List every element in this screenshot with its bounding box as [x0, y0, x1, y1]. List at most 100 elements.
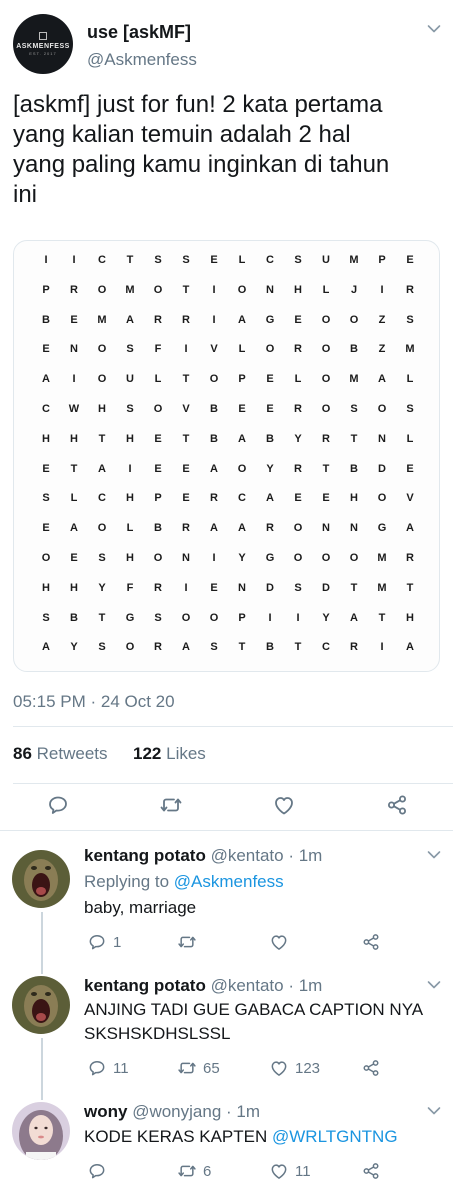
- like-button[interactable]: 11: [269, 1161, 311, 1181]
- share-icon: [361, 932, 381, 952]
- reply-button[interactable]: 11: [87, 1058, 129, 1078]
- puzzle-letter: I: [44, 254, 48, 266]
- puzzle-letter: R: [294, 462, 302, 475]
- puzzle-letter: N: [70, 343, 78, 356]
- chevron-down-icon[interactable]: [427, 850, 441, 860]
- reply-author-handle[interactable]: @kentato: [211, 846, 284, 865]
- author-name[interactable]: use [askMF]: [87, 22, 191, 43]
- word-search-image[interactable]: I I C T S S E L C S U M P E P R O M O T I O N H L J I R B E M A R R I A G E O O…: [13, 240, 440, 672]
- puzzle-letter: E: [70, 313, 78, 326]
- reply-button[interactable]: 1: [87, 932, 121, 952]
- retweet-button[interactable]: 65: [177, 1058, 220, 1078]
- reply-author-name[interactable]: wony: [84, 1102, 127, 1121]
- like-icon[interactable]: [272, 793, 296, 817]
- puzzle-letter: E: [70, 552, 78, 564]
- likes-label[interactable]: Likes: [166, 744, 206, 763]
- reply-avatar[interactable]: [12, 1102, 70, 1160]
- reply-author-handle[interactable]: @wonyjang: [132, 1102, 221, 1121]
- puzzle-letter: I: [184, 581, 188, 594]
- puzzle-letter: N: [238, 581, 246, 594]
- puzzle-letter: A: [238, 522, 246, 535]
- puzzle-letter: O: [97, 373, 107, 386]
- puzzle-letter: E: [294, 313, 302, 326]
- reply-author-name[interactable]: kentang potato: [84, 976, 206, 995]
- share-button[interactable]: [361, 1161, 387, 1181]
- puzzle-row: ETAIEEAOYRTBDE: [38, 458, 418, 480]
- chevron-down-icon[interactable]: [427, 980, 441, 990]
- puzzle-letter: E: [154, 462, 162, 475]
- reply-avatar[interactable]: [12, 850, 70, 908]
- puzzle-letter: O: [293, 522, 303, 535]
- puzzle-letter: A: [182, 641, 190, 654]
- puzzle-letter: O: [125, 641, 135, 654]
- chevron-down-icon[interactable]: [427, 24, 441, 34]
- tweet-text-line: ini: [13, 181, 38, 208]
- puzzle-letter: T: [182, 432, 190, 445]
- puzzle-letter: E: [406, 462, 414, 475]
- share-icon[interactable]: [385, 793, 409, 817]
- puzzle-letter: R: [154, 641, 162, 654]
- puzzle-letter: O: [153, 403, 163, 415]
- puzzle-letter: T: [98, 432, 106, 445]
- like-button[interactable]: [269, 932, 295, 952]
- retweet-button[interactable]: [177, 932, 203, 952]
- author-avatar[interactable]: ASKMENFESS EST. 2017: [13, 14, 73, 74]
- reply-author-handle[interactable]: @kentato: [211, 976, 284, 995]
- puzzle-letter: S: [294, 254, 302, 266]
- puzzle-letter: U: [322, 254, 330, 266]
- puzzle-letter: A: [42, 373, 50, 386]
- reply-icon[interactable]: [46, 793, 70, 817]
- puzzle-row: SBTGSOOPIIYATH: [38, 607, 418, 629]
- puzzle-letter: Z: [378, 343, 386, 356]
- reply-time[interactable]: · 1m: [288, 846, 322, 865]
- like-button[interactable]: 123: [269, 1058, 320, 1078]
- tweet-timestamp[interactable]: 05:15 PM · 24 Oct 20: [13, 692, 175, 712]
- puzzle-letter: N: [266, 283, 274, 296]
- puzzle-letter: S: [210, 641, 218, 654]
- retweet-icon: [177, 1058, 197, 1078]
- chevron-down-icon[interactable]: [427, 1106, 441, 1116]
- puzzle-letter: S: [42, 611, 50, 624]
- divider: [13, 726, 453, 727]
- reply-time[interactable]: · 1m: [288, 976, 322, 995]
- reply-avatar[interactable]: [12, 976, 70, 1034]
- reply-icon: [87, 1058, 107, 1078]
- reply-author-name[interactable]: kentang potato: [84, 846, 206, 865]
- puzzle-letter: E: [42, 343, 50, 356]
- reply-time[interactable]: · 1m: [226, 1102, 260, 1121]
- retweets-count[interactable]: 86: [13, 744, 32, 763]
- puzzle-letter: R: [322, 432, 330, 445]
- reply-header: wony @wonyjang · 1m: [84, 1102, 260, 1122]
- logo-icon: [39, 32, 47, 40]
- puzzle-letter: M: [349, 373, 359, 386]
- puzzle-letter: D: [266, 581, 274, 594]
- author-handle[interactable]: @Askmenfess: [87, 50, 197, 70]
- puzzle-letter: C: [238, 492, 246, 505]
- puzzle-letter: S: [406, 403, 414, 415]
- mention-link[interactable]: @WRLTGNTNG: [272, 1127, 398, 1146]
- retweets-label[interactable]: Retweets: [37, 744, 108, 763]
- puzzle-letter: O: [321, 552, 331, 564]
- puzzle-letter: S: [126, 343, 134, 356]
- puzzle-letter: N: [182, 552, 190, 564]
- puzzle-letter: P: [42, 283, 50, 296]
- retweet-icon[interactable]: [159, 793, 183, 817]
- share-button[interactable]: [361, 932, 387, 952]
- puzzle-letter: A: [266, 492, 274, 505]
- puzzle-letter: I: [296, 611, 300, 624]
- puzzle-letter: R: [266, 522, 274, 535]
- puzzle-letter: E: [154, 432, 162, 445]
- puzzle-letter: I: [212, 283, 216, 296]
- puzzle-letter: L: [238, 254, 246, 266]
- likes-count[interactable]: 122: [133, 744, 161, 763]
- retweet-button[interactable]: 6: [177, 1161, 211, 1181]
- replying-to-handle[interactable]: @Askmenfess: [174, 872, 284, 891]
- puzzle-letter: S: [294, 581, 302, 594]
- puzzle-letter: O: [97, 343, 107, 356]
- reply-button[interactable]: [87, 1161, 113, 1181]
- puzzle-letter: I: [268, 611, 272, 624]
- replying-to-label: Replying to: [84, 872, 170, 891]
- share-button[interactable]: [361, 1058, 387, 1078]
- puzzle-letter: O: [181, 611, 191, 624]
- tweet-stats: 86 Retweets 122 Likes: [13, 744, 206, 764]
